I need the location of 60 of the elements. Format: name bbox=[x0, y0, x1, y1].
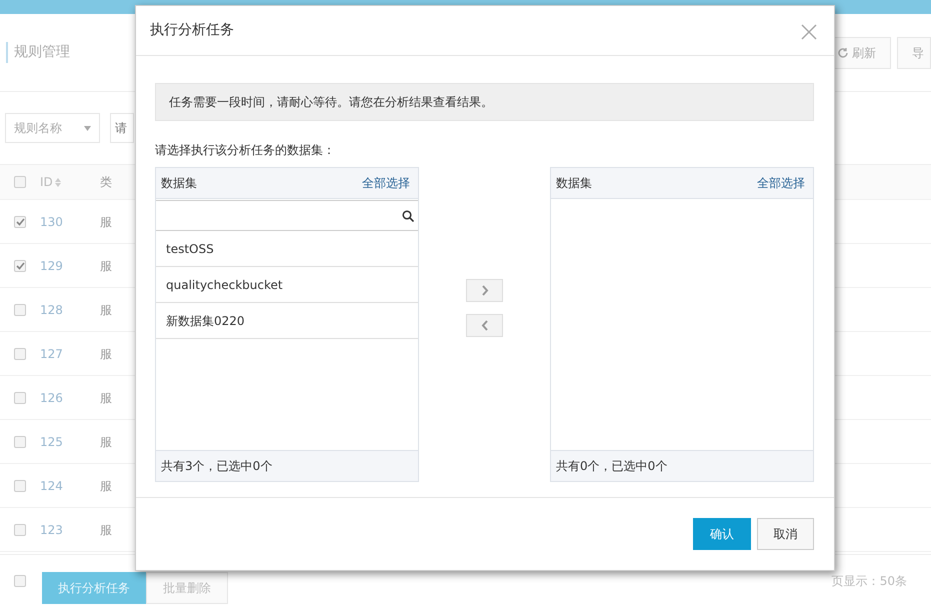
id-link[interactable]: 123 bbox=[26, 520, 100, 538]
table-cell-text: 服 bbox=[100, 258, 112, 274]
action-button[interactable]: 批量删除 bbox=[146, 572, 228, 604]
refresh-icon bbox=[837, 46, 849, 58]
id-link[interactable]: 128 bbox=[26, 300, 100, 318]
confirm-button[interactable]: 确认 bbox=[693, 518, 751, 550]
search-icon bbox=[402, 210, 414, 222]
column-header: 类 bbox=[100, 174, 112, 191]
search-field[interactable] bbox=[156, 200, 418, 231]
prompt-text: 请选择执行该分析任务的数据集： bbox=[155, 142, 336, 159]
id-link[interactable]: 127 bbox=[26, 344, 100, 362]
notice-text: 任务需要一段时间，请耐心等待。请您在分析结果查看结果。 bbox=[169, 94, 493, 111]
sort-icon bbox=[54, 178, 61, 188]
table-cell-text: 服 bbox=[100, 302, 112, 318]
id-link[interactable]: 130 bbox=[26, 212, 100, 230]
dialog-title: 执行分析任务 bbox=[150, 21, 234, 40]
checkbox[interactable] bbox=[14, 348, 26, 360]
select-all-link[interactable]: 全部选择 bbox=[362, 174, 410, 192]
table-cell-text: 服 bbox=[100, 522, 112, 538]
checkbox[interactable] bbox=[14, 524, 26, 536]
checkbox[interactable] bbox=[14, 392, 26, 404]
move-right-button[interactable] bbox=[466, 279, 503, 302]
column-header[interactable]: ID bbox=[26, 173, 100, 191]
caret-icon bbox=[84, 126, 91, 130]
toolbar-button[interactable]: 导 bbox=[897, 36, 931, 68]
checkbox[interactable] bbox=[14, 260, 26, 272]
action-button[interactable]: 执行分析任务 bbox=[42, 572, 146, 604]
page-size-text: 页显示：50条 bbox=[832, 572, 907, 590]
table-cell-text: 服 bbox=[100, 346, 112, 362]
checkbox[interactable] bbox=[14, 480, 26, 492]
checkbox[interactable] bbox=[14, 574, 26, 586]
page-title: 规则管理 bbox=[6, 42, 70, 63]
cancel-button[interactable]: 取消 bbox=[757, 518, 814, 550]
id-link[interactable]: 124 bbox=[26, 476, 100, 494]
filter-select[interactable]: 规则名称 bbox=[5, 113, 100, 143]
chevron-left-icon bbox=[480, 320, 490, 331]
select-all-link[interactable]: 全部选择 bbox=[757, 174, 805, 192]
table-cell-text: 服 bbox=[100, 434, 112, 450]
panel-summary: 共有3个，已选中0个 bbox=[156, 450, 418, 481]
table-cell-text: 服 bbox=[100, 390, 112, 406]
checkbox[interactable] bbox=[14, 436, 26, 448]
id-link[interactable]: 126 bbox=[26, 388, 100, 406]
id-link[interactable]: 129 bbox=[26, 256, 100, 274]
chevron-right-icon bbox=[480, 285, 490, 296]
list-item[interactable]: testOSS bbox=[156, 231, 418, 267]
list-item[interactable]: qualitycheckbucket bbox=[156, 267, 418, 303]
list-item[interactable]: 新数据集0220 bbox=[156, 303, 418, 339]
table-cell-text: 服 bbox=[100, 214, 112, 230]
id-link[interactable]: 125 bbox=[26, 432, 100, 450]
panel-summary: 共有0个，已选中0个 bbox=[551, 450, 813, 481]
close-icon bbox=[800, 22, 818, 41]
search-field[interactable]: 请 bbox=[110, 113, 134, 143]
panel-title: 数据集 bbox=[556, 175, 592, 192]
panel-title: 数据集 bbox=[161, 175, 197, 192]
checkbox[interactable] bbox=[14, 304, 26, 316]
close-button[interactable] bbox=[800, 22, 818, 40]
checkbox[interactable] bbox=[14, 216, 26, 228]
table-cell-text: 服 bbox=[100, 478, 112, 494]
move-left-button[interactable] bbox=[466, 314, 503, 337]
checkbox[interactable] bbox=[14, 176, 26, 188]
